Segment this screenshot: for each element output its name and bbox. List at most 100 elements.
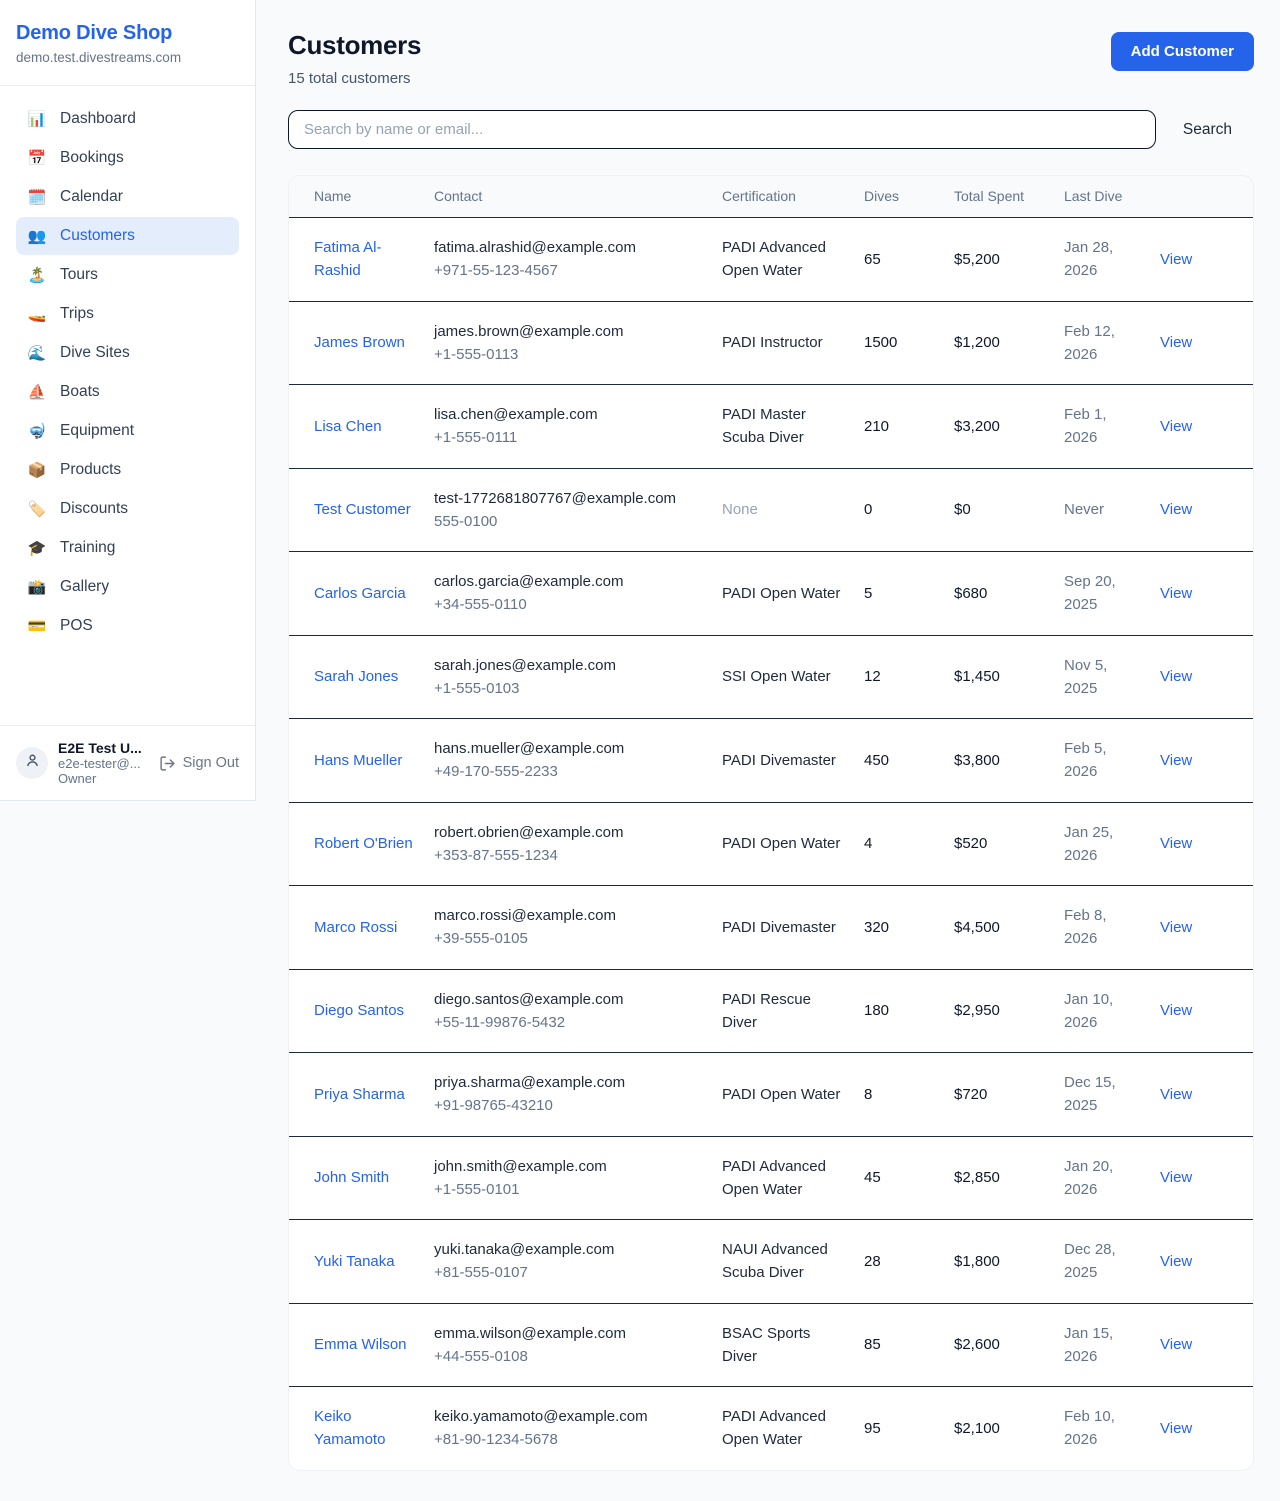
customer-last-dive-cell: Dec 28, 2025 <box>1064 1220 1160 1304</box>
customer-email: john.smith@example.com <box>434 1155 706 1178</box>
customer-name-link[interactable]: Keiko Yamamoto <box>314 1408 385 1448</box>
table-row: Sarah Jones sarah.jones@example.com+1-555… <box>289 635 1253 719</box>
customer-phone: +91-98765-43210 <box>434 1094 706 1117</box>
customer-email: hans.mueller@example.com <box>434 737 706 760</box>
graduation-cap-icon: 🎓 <box>26 539 48 557</box>
add-customer-button[interactable]: Add Customer <box>1111 32 1254 71</box>
search-input[interactable] <box>288 110 1156 149</box>
view-link[interactable]: View <box>1160 334 1192 351</box>
sidebar-nav: 📊Dashboard📅Bookings🗓️Calendar👥Customers🏝… <box>0 86 255 725</box>
sidebar-item-label: Tours <box>60 266 98 284</box>
customer-view-cell: View <box>1160 719 1253 803</box>
sidebar-item-pos[interactable]: 💳POS <box>16 607 239 645</box>
customer-name-link[interactable]: Sarah Jones <box>314 668 398 685</box>
sidebar-item-gallery[interactable]: 📸Gallery <box>16 568 239 606</box>
customer-name-link[interactable]: Test Customer <box>314 501 411 518</box>
sidebar-item-boats[interactable]: ⛵Boats <box>16 373 239 411</box>
customer-dives-cell: 450 <box>864 719 954 803</box>
customer-last-dive-cell: Jan 20, 2026 <box>1064 1136 1160 1220</box>
customer-last-dive-cell: Jan 28, 2026 <box>1064 218 1160 302</box>
customer-name-link[interactable]: Yuki Tanaka <box>314 1253 395 1270</box>
customer-contact-cell: fatima.alrashid@example.com+971-55-123-4… <box>434 218 722 302</box>
column-header-actions <box>1160 176 1253 218</box>
sidebar-item-label: Bookings <box>60 149 124 167</box>
customer-name-link[interactable]: John Smith <box>314 1169 389 1186</box>
view-link[interactable]: View <box>1160 919 1192 936</box>
view-link[interactable]: View <box>1160 1169 1192 1186</box>
customer-dives-cell: 5 <box>864 552 954 636</box>
tag-icon: 🏷️ <box>26 500 48 518</box>
main-content: Customers 15 total customers Add Custome… <box>256 0 1280 1501</box>
column-header-dives: Dives <box>864 176 954 218</box>
customer-name-link[interactable]: Hans Mueller <box>314 752 402 769</box>
sidebar-item-trips[interactable]: 🚤Trips <box>16 295 239 333</box>
customer-phone: +81-90-1234-5678 <box>434 1428 706 1451</box>
customer-view-cell: View <box>1160 886 1253 970</box>
customers-table: NameContactCertificationDivesTotal Spent… <box>289 176 1253 1470</box>
view-link[interactable]: View <box>1160 1336 1192 1353</box>
customer-name-link[interactable]: Robert O'Brien <box>314 835 413 852</box>
customer-email: sarah.jones@example.com <box>434 654 706 677</box>
sidebar-item-customers[interactable]: 👥Customers <box>16 217 239 255</box>
customer-name-link[interactable]: Diego Santos <box>314 1002 404 1019</box>
customer-phone: +81-555-0107 <box>434 1261 706 1284</box>
customer-view-cell: View <box>1160 301 1253 385</box>
sidebar-item-training[interactable]: 🎓Training <box>16 529 239 567</box>
sidebar-item-bookings[interactable]: 📅Bookings <box>16 139 239 177</box>
customer-certification-cell: PADI Divemaster <box>722 719 864 803</box>
customer-view-cell: View <box>1160 1387 1253 1470</box>
view-link[interactable]: View <box>1160 1420 1192 1437</box>
customer-name-link[interactable]: Lisa Chen <box>314 418 382 435</box>
table-row: Keiko Yamamotokeiko.yamamoto@example.com… <box>289 1387 1253 1470</box>
view-link[interactable]: View <box>1160 752 1192 769</box>
table-row: Priya Sharmapriya.sharma@example.com+91-… <box>289 1053 1253 1137</box>
search-bar: Search <box>288 110 1254 149</box>
customer-name-cell: Fatima Al-Rashid <box>289 218 434 302</box>
sign-out-button[interactable]: Sign Out <box>159 755 239 772</box>
sidebar-item-equipment[interactable]: 🤿Equipment <box>16 412 239 450</box>
sidebar-item-products[interactable]: 📦Products <box>16 451 239 489</box>
customer-total-spent-cell: $1,800 <box>954 1220 1064 1304</box>
sidebar-item-calendar[interactable]: 🗓️Calendar <box>16 178 239 216</box>
customer-email: lisa.chen@example.com <box>434 403 706 426</box>
customer-dives-cell: 45 <box>864 1136 954 1220</box>
view-link[interactable]: View <box>1160 1086 1192 1103</box>
view-link[interactable]: View <box>1160 501 1192 518</box>
view-link[interactable]: View <box>1160 835 1192 852</box>
customer-name-link[interactable]: James Brown <box>314 334 405 351</box>
customer-phone: +1-555-0103 <box>434 677 706 700</box>
table-row: Test Customertest-1772681807767@example.… <box>289 468 1253 552</box>
view-link[interactable]: View <box>1160 251 1192 268</box>
customer-view-cell: View <box>1160 1303 1253 1387</box>
sidebar-item-tours[interactable]: 🏝️Tours <box>16 256 239 294</box>
shop-domain: demo.test.divestreams.com <box>16 50 239 65</box>
view-link[interactable]: View <box>1160 585 1192 602</box>
customer-dives-cell: 1500 <box>864 301 954 385</box>
sidebar-item-label: Dive Sites <box>60 344 130 362</box>
customer-contact-cell: john.smith@example.com+1-555-0101 <box>434 1136 722 1220</box>
sidebar-item-discounts[interactable]: 🏷️Discounts <box>16 490 239 528</box>
view-link[interactable]: View <box>1160 418 1192 435</box>
search-button[interactable]: Search <box>1183 121 1232 139</box>
column-header-last-dive: Last Dive <box>1064 176 1160 218</box>
view-link[interactable]: View <box>1160 1002 1192 1019</box>
customer-name-link[interactable]: Carlos Garcia <box>314 585 406 602</box>
customer-total-spent-cell: $2,600 <box>954 1303 1064 1387</box>
customer-name-link[interactable]: Fatima Al-Rashid <box>314 239 382 279</box>
customer-view-cell: View <box>1160 1220 1253 1304</box>
sidebar-item-dashboard[interactable]: 📊Dashboard <box>16 100 239 138</box>
customer-name-link[interactable]: Priya Sharma <box>314 1086 405 1103</box>
customer-name-link[interactable]: Emma Wilson <box>314 1336 407 1353</box>
customer-last-dive-cell: Never <box>1064 468 1160 552</box>
view-link[interactable]: View <box>1160 668 1192 685</box>
customer-name-link[interactable]: Marco Rossi <box>314 919 397 936</box>
view-link[interactable]: View <box>1160 1253 1192 1270</box>
column-header-certification: Certification <box>722 176 864 218</box>
sidebar-item-dive-sites[interactable]: 🌊Dive Sites <box>16 334 239 372</box>
table-row: Robert O'Brienrobert.obrien@example.com+… <box>289 802 1253 886</box>
customer-contact-cell: carlos.garcia@example.com+34-555-0110 <box>434 552 722 636</box>
customer-name-cell: Robert O'Brien <box>289 802 434 886</box>
sidebar-item-label: Boats <box>60 383 100 401</box>
user-email: e2e-tester@... <box>58 756 149 771</box>
sidebar-item-label: Trips <box>60 305 94 323</box>
